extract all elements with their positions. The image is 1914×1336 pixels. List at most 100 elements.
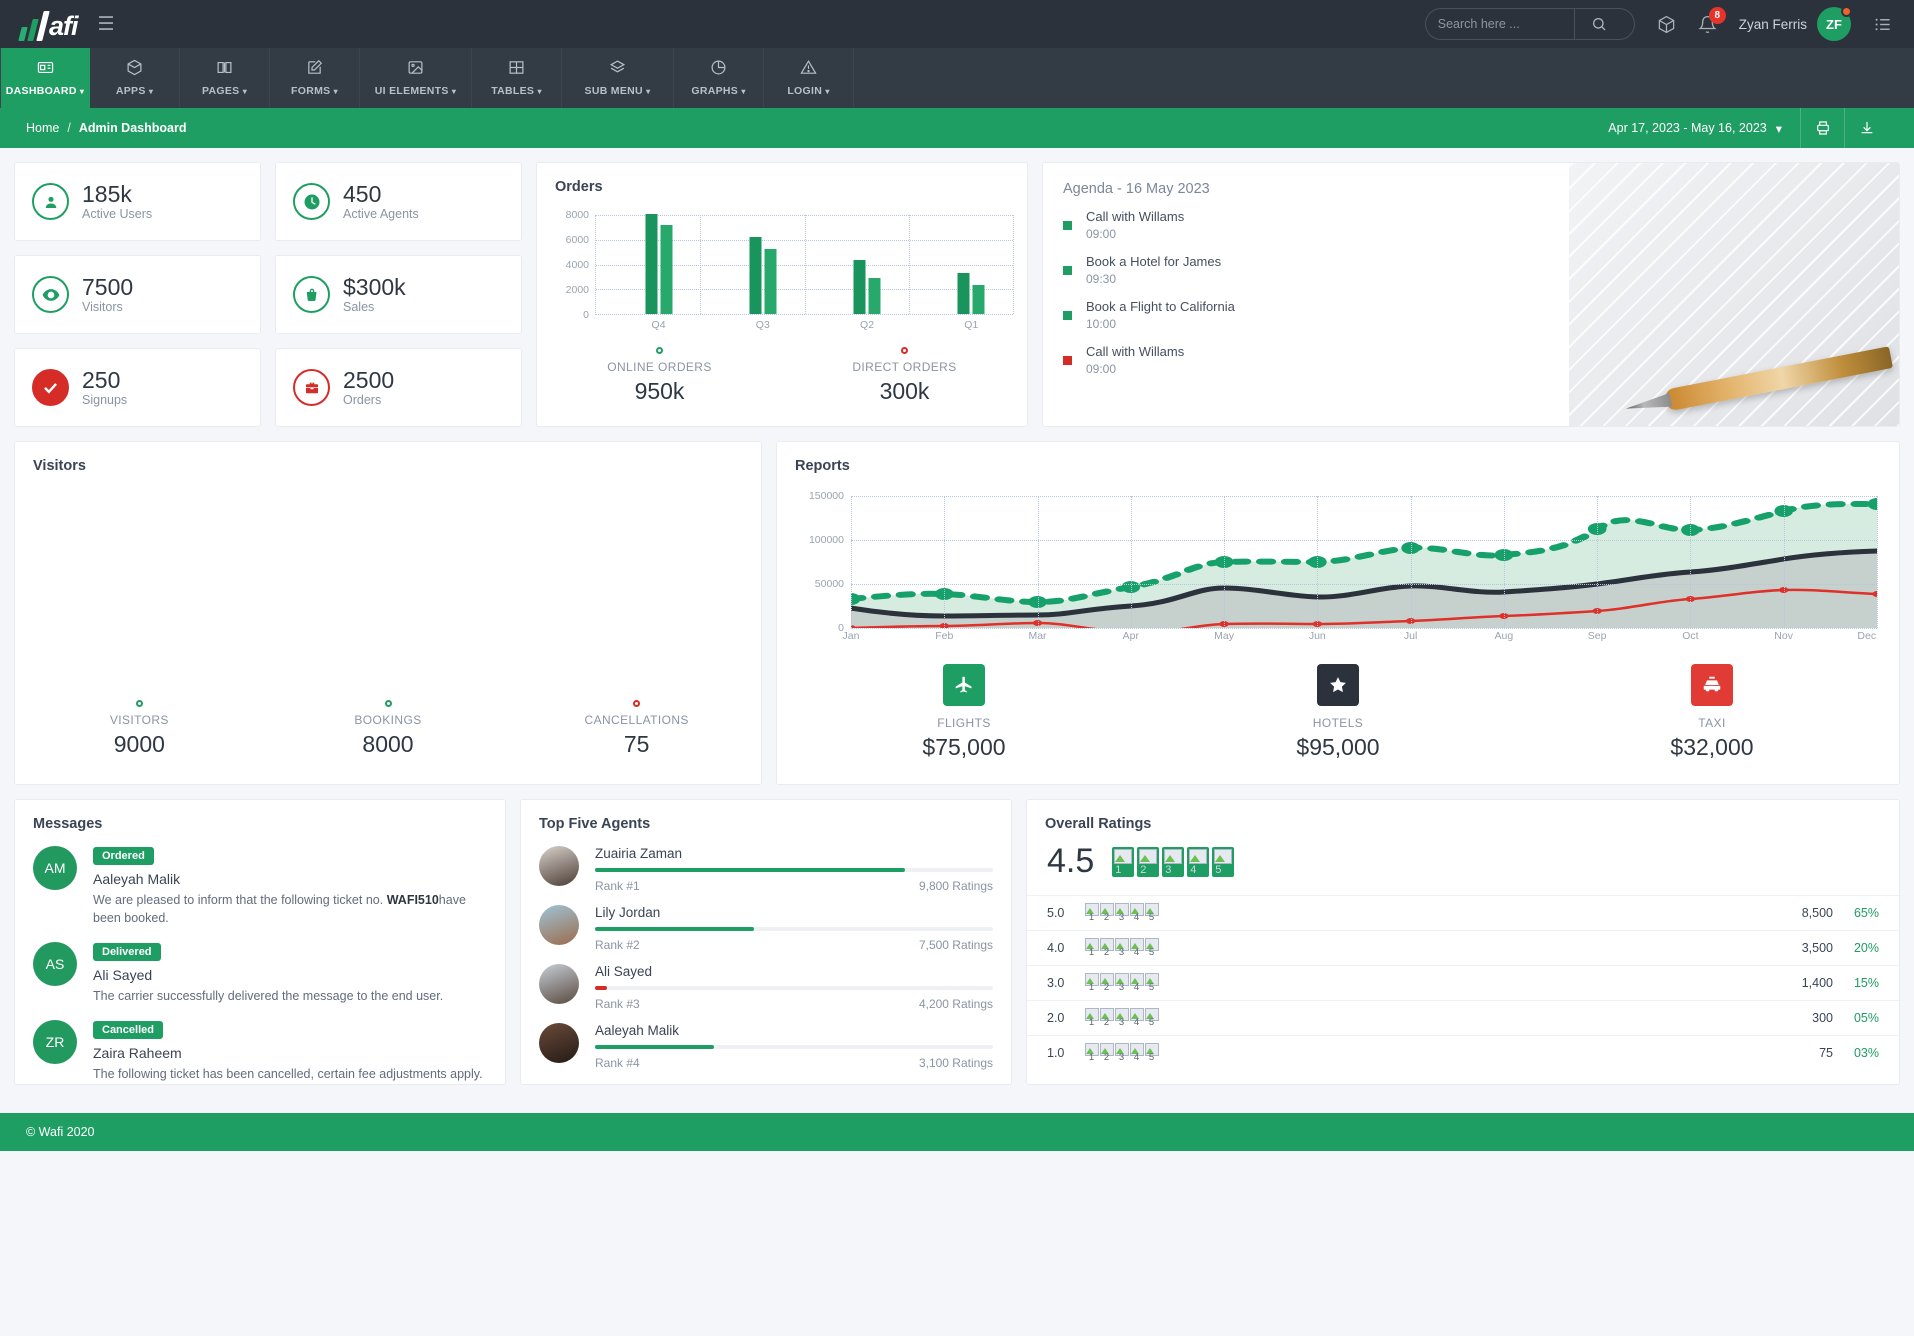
nav-item-ui-elements[interactable]: UI ELEMENTS ▾ <box>360 48 472 108</box>
nav-item-login[interactable]: LOGIN ▾ <box>764 48 854 108</box>
gridline <box>1317 496 1319 628</box>
app-logo[interactable]: afi <box>18 7 78 41</box>
nav-item-graphs[interactable]: GRAPHS ▾ <box>674 48 764 108</box>
message-item[interactable]: ZR Cancelled Zaira Raheem The following … <box>15 1020 505 1084</box>
legend-label: CANCELLATIONS <box>584 713 689 727</box>
rating-stars: 1 2 3 4 5 <box>1085 973 1159 993</box>
download-button[interactable] <box>1844 108 1888 148</box>
message-text: The carrier successfully delivered the m… <box>93 989 444 1004</box>
agent-rank: Rank #2 <box>595 938 640 952</box>
agent-name: Aaleyah Malik <box>595 1023 680 1038</box>
date-range-value: Apr 17, 2023 - May 16, 2023 <box>1608 121 1767 135</box>
nav-item-forms[interactable]: FORMS ▾ <box>270 48 360 108</box>
legend-value: $32,000 <box>1670 734 1754 760</box>
date-range-picker[interactable]: Apr 17, 2023 - May 16, 2023 ▾ <box>1608 121 1800 136</box>
nav-label: APPS <box>115 85 146 97</box>
user-menu[interactable]: Zyan Ferris ZF <box>1739 6 1852 41</box>
nav-item-sub-menu[interactable]: SUB MENU ▾ <box>562 48 674 108</box>
stat-card[interactable]: 2500 Orders <box>275 348 522 427</box>
search-box[interactable] <box>1424 8 1635 40</box>
x-tick: Mar <box>1028 630 1047 642</box>
agenda-item[interactable]: Book a Hotel for James 09:30 <box>1063 254 1879 286</box>
rating-label: 5.0 <box>1047 906 1065 920</box>
agent-row[interactable]: Ali Sayed Rank #3 4,200 Ratings <box>521 964 1011 1023</box>
x-tick: Jun <box>1308 630 1326 642</box>
gridline <box>804 215 806 314</box>
star-icon: 3 <box>1115 1043 1129 1063</box>
legend-value: $75,000 <box>922 734 1006 760</box>
message-item[interactable]: AM Ordered Aaleyah Malik We are pleased … <box>15 846 505 942</box>
agenda-item-title: Call with Willams <box>1086 344 1185 359</box>
y-tick: 50000 <box>814 577 844 590</box>
print-button[interactable] <box>1800 108 1844 148</box>
gridline <box>700 215 702 314</box>
gridline <box>1037 496 1039 628</box>
agent-row[interactable]: Lily Jordan Rank #2 7,500 Ratings <box>521 905 1011 964</box>
message-item[interactable]: AS Delivered Ali Sayed The carrier succe… <box>15 942 505 1020</box>
nav-item-tables[interactable]: TABLES ▾ <box>472 48 562 108</box>
gridline <box>1503 496 1505 628</box>
avatar[interactable]: ZF <box>1817 6 1852 41</box>
bar-group[interactable] <box>749 237 777 314</box>
agenda-item[interactable]: Call with Willams 09:00 <box>1063 344 1879 376</box>
avatar: AS <box>33 942 77 987</box>
stat-card[interactable]: 250 Signups <box>14 348 261 427</box>
search-icon[interactable] <box>1573 9 1624 39</box>
agenda-item[interactable]: Book a Flight to California 10:00 <box>1063 299 1879 331</box>
nav-item-apps[interactable]: APPS ▾ <box>90 48 180 108</box>
package-icon[interactable] <box>1657 15 1676 34</box>
reports-legend: FLIGHTS $75,000 HOTELS $95,000 TAXI $32,… <box>777 646 1899 783</box>
breadcrumb-home[interactable]: Home <box>26 121 59 135</box>
visitors-legend-item: CANCELLATIONS 75 <box>512 700 761 758</box>
nav-item-pages[interactable]: PAGES ▾ <box>180 48 270 108</box>
status-badge: Cancelled <box>93 1021 163 1040</box>
legend-dot-icon <box>384 700 392 707</box>
stat-card[interactable]: 7500 Visitors <box>14 255 261 334</box>
stat-card[interactable]: $300k Sales <box>275 255 522 334</box>
x-tick: Oct <box>1682 630 1699 642</box>
rating-percent: 05% <box>1853 1011 1879 1025</box>
star-icon: 1 <box>1085 938 1099 958</box>
star-icon: 4 <box>1187 846 1210 877</box>
star-icon: 1 <box>1085 1043 1099 1063</box>
notifications-bell-icon[interactable]: 8 <box>1698 6 1726 34</box>
legend-value: 9000 <box>113 731 165 757</box>
legend-label: TAXI <box>1698 716 1726 730</box>
settings-list-icon[interactable] <box>1873 15 1892 34</box>
agent-row[interactable]: Aaleyah Malik Rank #4 3,100 Ratings <box>521 1023 1011 1082</box>
agenda-item[interactable]: Call with Willams 09:00 <box>1063 209 1879 241</box>
row-messages-agents-ratings: Messages AM Ordered Aaleyah Malik We are… <box>14 799 1900 1085</box>
agenda-list: Call with Willams 09:00 Book a Hotel for… <box>1043 199 1899 376</box>
messages-title: Messages <box>33 816 103 832</box>
rating-percent: 65% <box>1853 906 1879 920</box>
agenda-item-title: Book a Flight to California <box>1086 299 1235 314</box>
star-icon <box>1317 664 1359 706</box>
star-icon: 4 <box>1130 1043 1144 1063</box>
stat-label: Signups <box>82 393 128 408</box>
agent-row[interactable]: Zuairia Zaman Rank #1 9,800 Ratings <box>521 846 1011 905</box>
bar-group[interactable] <box>957 273 985 314</box>
stat-card[interactable]: 450 Active Agents <box>275 162 522 241</box>
agent-progress-bar <box>595 1045 993 1049</box>
briefcase-icon <box>291 369 330 406</box>
rating-count: 8,500 <box>1801 906 1833 920</box>
legend-dot-icon <box>656 347 663 354</box>
rating-stars: 1 2 3 4 5 <box>1085 903 1159 923</box>
status-badge: Delivered <box>93 943 161 962</box>
nav-item-dashboard[interactable]: DASHBOARD ▾ <box>0 48 90 108</box>
dashboard-content: 185k Active Users 450 Active Agents 7500… <box>0 148 1914 1113</box>
avatar <box>539 1023 579 1063</box>
book-icon <box>216 59 233 80</box>
bar-group[interactable] <box>853 260 881 314</box>
agenda-marker-icon <box>1063 265 1072 275</box>
bar-group[interactable] <box>645 214 673 314</box>
user-circle-icon <box>30 183 69 220</box>
stat-cards-grid: 185k Active Users 450 Active Agents 7500… <box>14 162 522 427</box>
menu-toggle-icon[interactable]: ☰ <box>98 13 115 36</box>
nav-label: UI ELEMENTS <box>374 85 449 97</box>
search-input[interactable] <box>1425 9 1574 39</box>
reports-legend-item: HOTELS $95,000 <box>1151 664 1525 761</box>
star-icon: 5 <box>1145 973 1159 993</box>
stat-card[interactable]: 185k Active Users <box>14 162 261 241</box>
x-tick: Q1 <box>964 319 979 331</box>
